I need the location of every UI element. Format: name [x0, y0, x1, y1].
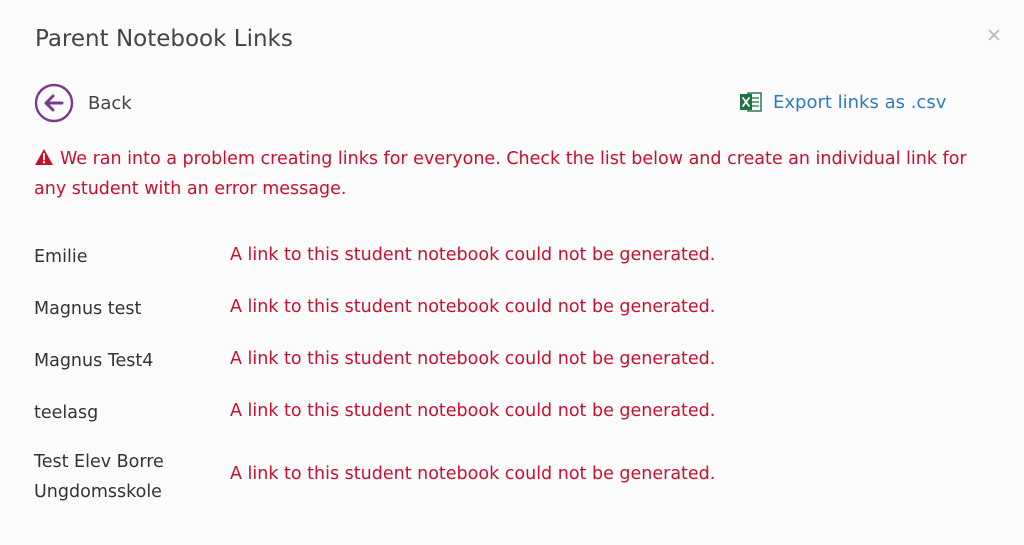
excel-icon — [740, 92, 762, 112]
warning-icon — [35, 149, 53, 165]
student-name: Test Elev Borre Ungdomsskole — [34, 452, 164, 502]
link-status-error: A link to this student notebook could no… — [230, 401, 716, 421]
arrow-left-circle-icon — [34, 83, 74, 123]
back-label: Back — [88, 92, 132, 114]
student-name: Magnus test — [34, 299, 142, 319]
export-csv-label: Export links as .csv — [773, 91, 947, 113]
dialog-title: Parent Notebook Links — [35, 26, 293, 52]
student-name: Magnus Test4 — [34, 351, 154, 371]
close-icon — [988, 29, 1000, 41]
parent-notebook-links-dialog: Parent Notebook Links Back Export links … — [0, 0, 1024, 545]
student-name: teelasg — [34, 403, 99, 423]
close-button[interactable] — [985, 26, 1003, 44]
link-status-error: A link to this student notebook could no… — [230, 245, 716, 265]
back-button[interactable]: Back — [34, 83, 132, 123]
link-status-error: A link to this student notebook could no… — [230, 464, 716, 484]
student-name: Emilie — [34, 247, 88, 267]
link-status-error: A link to this student notebook could no… — [230, 297, 716, 317]
export-csv-link[interactable]: Export links as .csv — [739, 90, 946, 114]
error-message: We ran into a problem creating links for… — [34, 144, 984, 204]
error-text: We ran into a problem creating links for… — [34, 149, 967, 199]
link-status-error: A link to this student notebook could no… — [230, 349, 716, 369]
